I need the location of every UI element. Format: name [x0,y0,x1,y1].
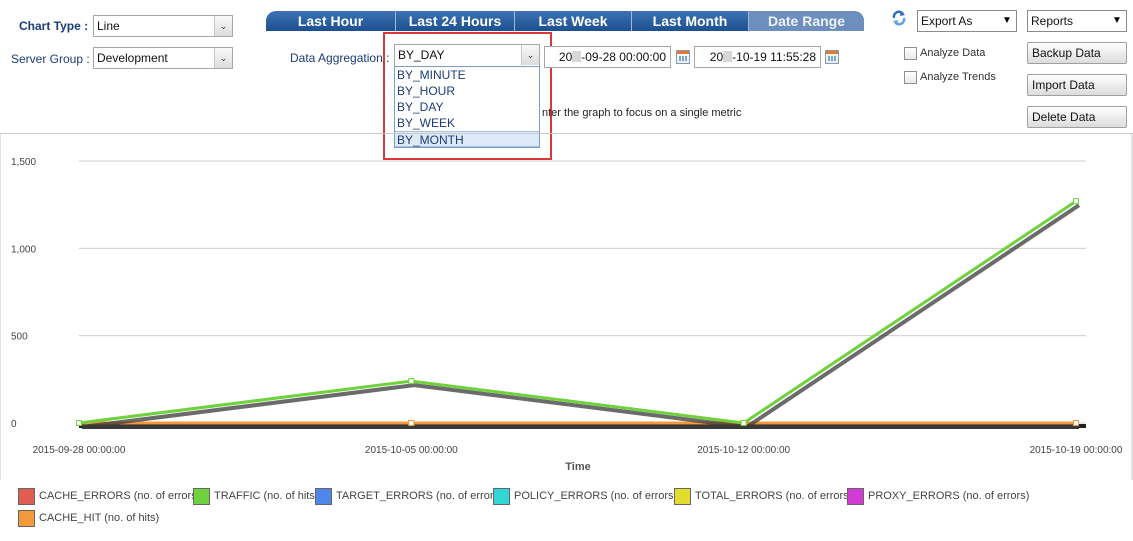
chevron-down-icon: ▼ [1002,15,1012,26]
y-tick-label: 1,500 [11,157,36,168]
series-point-traffic [740,420,747,426]
legend-swatch [493,487,510,505]
chevron-down-icon: ▼ [1112,15,1122,26]
tab-last-hour[interactable]: Last Hour [266,11,396,31]
export-as-select[interactable]: Export As ▼ [917,10,1017,32]
chevron-down-icon: ⌄ [214,16,232,36]
y-tick-label: 500 [11,332,28,343]
end-date-input[interactable]: 20 -10-19 11:55:28 [694,46,821,68]
legend-item[interactable]: CACHE_ERRORS (no. of errors) [18,487,200,505]
analyze-trends-label: Analyze Trends [920,71,996,83]
tab-last-month[interactable]: Last Month [632,11,749,31]
start-date-prefix: 20 [558,50,573,64]
legend-item[interactable]: TOTAL_ERRORS (no. of errors) [674,487,852,505]
refresh-icon[interactable] [891,10,907,26]
x-tick-label: 2015-09-28 00:00:00 [33,445,126,456]
legend-swatch [315,487,332,505]
legend-item[interactable]: TRAFFIC (no. of hits) [193,487,319,505]
import-data-button[interactable]: Import Data [1027,74,1127,96]
end-date-suffix: -10-19 11:55:28 [732,50,816,64]
redacted-mask [572,51,582,62]
legend-label: CACHE_ERRORS (no. of errors) [39,490,201,502]
data-aggregation-label: Data Aggregation : [290,51,390,65]
x-tick-label: 2015-10-05 00:00:00 [365,445,458,456]
line-chart: 0 500 1,000 1,500 2015-09-28 00:00:00 2015-10… [0,134,1133,480]
legend-item[interactable]: PROXY_ERRORS (no. of errors) [847,487,1029,505]
analyze-data-checkbox[interactable] [904,47,917,60]
calendar-icon[interactable] [676,50,690,64]
backup-data-button[interactable]: Backup Data [1027,42,1127,64]
chart-type-select[interactable]: Line ⌄ [93,15,233,37]
redacted-mask [723,51,733,62]
series-point-cache-hit [408,420,415,426]
x-tick-label: 2015-10-12 00:00:00 [697,445,790,456]
x-axis-title: Time [565,461,590,473]
reports-select[interactable]: Reports ▼ [1027,10,1127,32]
legend-item[interactable]: POLICY_ERRORS (no. of errors) [493,487,677,505]
legend-item[interactable]: CACHE_HIT (no. of hits) [18,509,159,527]
legend-label: TARGET_ERRORS (no. of errors) [336,490,503,502]
reports-label: Reports [1031,14,1074,28]
y-tick-label: 0 [11,419,17,430]
end-date-prefix: 20 [709,50,724,64]
chart-hint-text: nter the graph to focus on a single metr… [542,107,742,119]
legend-label: TRAFFIC (no. of hits) [214,490,319,502]
chart-type-label: Chart Type : [19,19,89,33]
tab-last-week[interactable]: Last Week [515,11,632,31]
chevron-down-icon: ⌄ [214,48,232,68]
tab-last-24-hours[interactable]: Last 24 Hours [396,11,515,31]
server-group-select[interactable]: Development ⌄ [93,47,233,69]
legend-swatch [193,487,210,505]
x-tick-label: 2015-10-19 00:00:00 [1030,445,1123,456]
y-tick-label: 1,000 [11,244,36,255]
legend-label: TOTAL_ERRORS (no. of errors) [695,490,853,502]
chart-type-value: Line [97,19,120,33]
series-point-traffic [408,378,415,385]
series-shadow-traffic [81,203,1081,430]
start-date-suffix: -09-28 00:00:00 [581,50,666,64]
analyze-data-label: Analyze Data [920,47,986,59]
series-point-traffic [76,420,82,426]
delete-data-button[interactable]: Delete Data [1027,106,1127,128]
legend-swatch [18,487,35,505]
analyze-trends-checkbox[interactable] [904,71,917,84]
series-point-cache-hit [1073,420,1079,426]
time-range-tabs: Last Hour Last 24 Hours Last Week Last M… [266,11,864,31]
export-as-label: Export As [921,14,973,28]
legend-swatch [18,509,35,527]
legend-swatch [674,487,691,505]
series-line-traffic [78,199,1077,425]
legend-label: PROXY_ERRORS (no. of errors) [868,490,1030,502]
start-date-input[interactable]: 20 -09-28 00:00:00 [544,46,671,68]
legend-label: POLICY_ERRORS (no. of errors) [514,490,678,502]
legend-item[interactable]: TARGET_ERRORS (no. of errors) [315,487,503,505]
legend-swatch [847,487,864,505]
server-group-label: Server Group : [11,52,90,66]
series-point-traffic [1073,198,1079,205]
legend-label: CACHE_HIT (no. of hits) [39,512,160,524]
server-group-value: Development [97,51,168,65]
calendar-icon[interactable] [825,50,839,64]
tab-date-range[interactable]: Date Range [749,11,864,31]
